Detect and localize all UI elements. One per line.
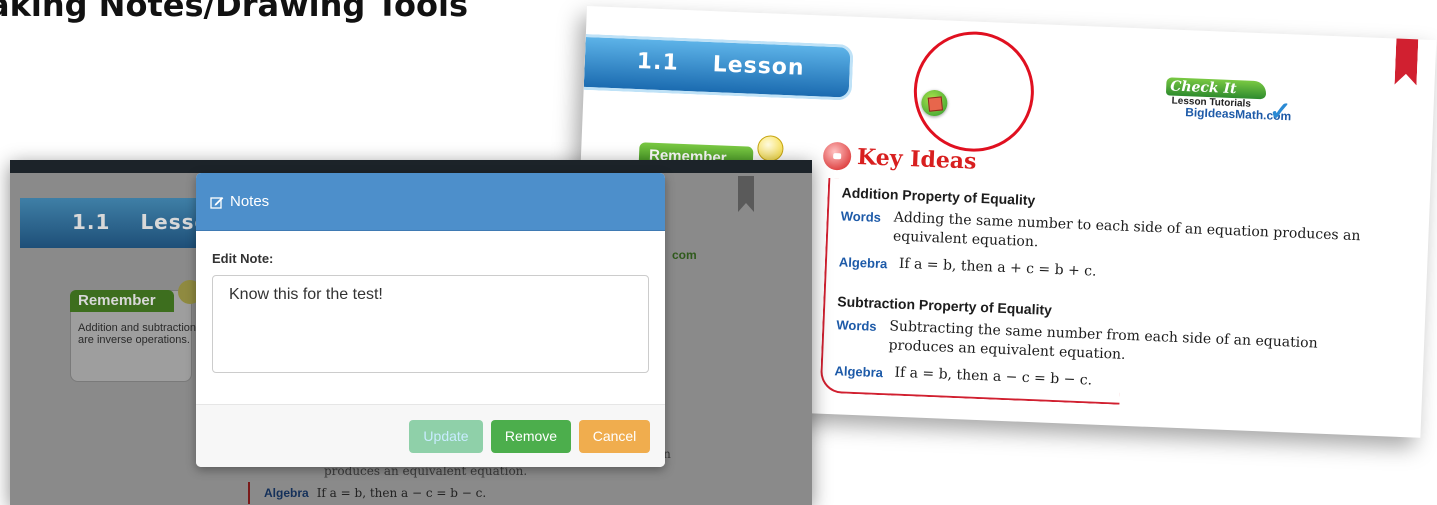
note-textarea[interactable]: Know this for the test! xyxy=(212,275,649,373)
algebra-text: If a = b, then a − c = b − c. xyxy=(894,364,1093,389)
lesson-banner: 1.1 Lesson xyxy=(583,33,854,101)
modal-title: Notes xyxy=(230,193,270,210)
remember-tab: Remember xyxy=(70,290,174,312)
edit-note-label: Edit Note: xyxy=(212,251,274,266)
algebra-label: Algebra xyxy=(834,363,884,381)
words-label: Words xyxy=(840,208,882,225)
modal-footer: Update Remove Cancel xyxy=(196,405,665,467)
cancel-button[interactable]: Cancel xyxy=(579,419,650,453)
modal-body: Edit Note: Know this for the test! xyxy=(196,231,665,405)
notes-modal: Notes Edit Note: Know this for the test!… xyxy=(196,173,665,467)
key-ideas-title: Key Ideas xyxy=(856,143,977,175)
words-label: Words xyxy=(836,317,877,334)
bookmark-icon[interactable] xyxy=(738,176,754,212)
lesson-number: 1.1 xyxy=(636,49,680,76)
slide-title: aking Notes/Drawing Tools xyxy=(0,0,469,24)
lesson-page-with-notes: 1.1 Lesso com Remember Addition and subtr… xyxy=(10,160,812,505)
highlight-circle xyxy=(911,29,1037,154)
key-ideas-heading: Key Ideas xyxy=(822,141,977,176)
edit-icon xyxy=(210,196,224,209)
check-it-out-logo[interactable]: Check It Out Lesson Tutorials BigIdeasMa… xyxy=(1165,77,1317,133)
bookmark-icon[interactable] xyxy=(1395,35,1419,86)
remove-button[interactable]: Remove xyxy=(491,419,571,453)
checkmark-icon: ✓ xyxy=(1268,95,1292,127)
algebra-text: If a = b, then a + c = b + c. xyxy=(898,255,1097,280)
update-button[interactable]: Update xyxy=(409,419,483,453)
remember-text: Addition and subtraction are inverse ope… xyxy=(78,322,197,346)
site-fragment: com xyxy=(672,248,697,262)
modal-header: Notes xyxy=(196,173,665,231)
algebra-text: If a = b, then a − c = b − c. xyxy=(316,486,487,500)
app-top-bar xyxy=(10,160,812,173)
key-icon xyxy=(822,141,852,171)
key-ideas-content: Addition Property of Equality Words Addi… xyxy=(834,184,1382,410)
algebra-label: Algebra xyxy=(838,254,888,272)
lesson-number: 1.1 xyxy=(72,210,111,234)
lightbulb-icon xyxy=(756,134,784,162)
algebra-label: Algebra xyxy=(264,486,309,500)
lesson-label: Lesson xyxy=(712,52,806,81)
